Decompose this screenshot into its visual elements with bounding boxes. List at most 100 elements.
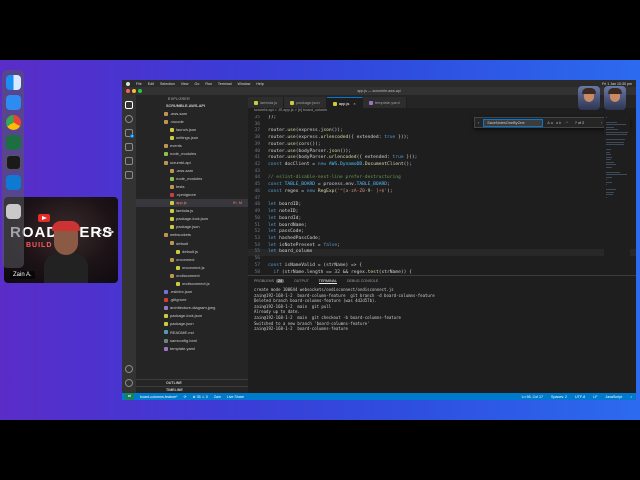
- tree-item[interactable]: tests: [136, 183, 248, 191]
- tab-problems[interactable]: PROBLEMS 24: [254, 279, 284, 283]
- menu-view[interactable]: View: [181, 82, 189, 86]
- menu-help[interactable]: Help: [256, 82, 263, 86]
- editor-tab[interactable]: package.json: [284, 97, 327, 108]
- terminal-output[interactable]: create mode 100644 websockets/ondisconne…: [248, 286, 636, 333]
- code-line[interactable]: 56: [248, 256, 636, 263]
- code-line[interactable]: 57 const isNameValid = (strName) => {: [248, 263, 636, 270]
- tree-item[interactable]: onconnect: [136, 256, 248, 264]
- tab-output[interactable]: OUTPUT: [294, 279, 309, 283]
- tree-item[interactable]: .npmignore: [136, 191, 248, 199]
- tree-item[interactable]: .aws-sam: [136, 167, 248, 175]
- run-debug-icon[interactable]: [125, 143, 133, 151]
- tree-item[interactable]: architecture-diagram.jpeg: [136, 304, 248, 312]
- tree-item[interactable]: .vscode: [136, 118, 248, 126]
- language-mode[interactable]: JavaScript: [605, 395, 622, 399]
- tree-item[interactable]: package.json: [136, 223, 248, 231]
- tab-terminal[interactable]: TERMINAL: [318, 279, 337, 284]
- account-icon[interactable]: [125, 365, 133, 373]
- code-line[interactable]: 39 router.use(cors());: [248, 142, 636, 149]
- editor-tab[interactable]: app.js ×: [326, 97, 363, 108]
- remote-explorer-icon[interactable]: [125, 171, 133, 179]
- menu-run[interactable]: Run: [205, 82, 212, 86]
- tree-item[interactable]: node_modules: [136, 150, 248, 158]
- tree-item[interactable]: samconfig.toml: [136, 337, 248, 345]
- file-icon: [170, 176, 174, 181]
- tree-item[interactable]: ondisconnect: [136, 272, 248, 280]
- code-line[interactable]: 48 let boardID;: [248, 202, 636, 209]
- remote-indicator[interactable]: ⇄: [125, 393, 135, 400]
- explorer-icon[interactable]: [125, 101, 133, 109]
- menu-edit[interactable]: Edit: [148, 82, 154, 86]
- code-line[interactable]: 55 let board_column: [248, 249, 636, 257]
- code-line[interactable]: 50 let boardId;: [248, 216, 636, 223]
- tree-item[interactable]: lambda.js: [136, 207, 248, 215]
- encoding[interactable]: UTF-8: [575, 395, 585, 399]
- code-line[interactable]: 53 let hashedPassCode;: [248, 236, 636, 243]
- source-control-icon[interactable]: 8: [125, 129, 134, 138]
- apple-icon[interactable]: [126, 81, 130, 86]
- code-line[interactable]: 35});: [248, 115, 636, 122]
- tree-item[interactable]: node_modules: [136, 175, 248, 183]
- close-tab-icon[interactable]: ×: [353, 101, 355, 106]
- editor-tab[interactable]: template.yaml: [362, 97, 407, 108]
- trash-icon[interactable]: [5, 204, 21, 219]
- tab-debug-console[interactable]: DEBUG CONSOLE: [347, 279, 378, 283]
- menu-window[interactable]: Window: [238, 82, 251, 86]
- tree-item[interactable]: events: [136, 142, 248, 150]
- tree-item[interactable]: app.js 9+, M: [136, 199, 248, 208]
- end-of-line[interactable]: LF: [593, 395, 597, 399]
- menu-file[interactable]: File: [136, 82, 142, 86]
- tree-item[interactable]: settings.json: [136, 134, 248, 142]
- code-line[interactable]: 42 const docClient = new AWS.DynamoDB.Doc…: [248, 162, 636, 169]
- vscode-icon[interactable]: [5, 175, 21, 190]
- outline-section[interactable]: OUTLINE: [136, 379, 248, 386]
- finder-icon[interactable]: [5, 75, 21, 90]
- tree-item[interactable]: template.yaml: [136, 345, 248, 353]
- bell-icon[interactable]: ♪: [630, 395, 632, 399]
- minimap[interactable]: [604, 115, 630, 275]
- problems-status[interactable]: ⊗ 35 ⚠ 0: [193, 395, 208, 399]
- code-line[interactable]: 46 const regex = new RegExp('^[a-zA-Z0-9-…: [248, 189, 636, 196]
- tree-item[interactable]: package-lock.json: [136, 312, 248, 320]
- code-line[interactable]: 47: [248, 196, 636, 203]
- tree-item[interactable]: .gitignore: [136, 296, 248, 304]
- settings-gear-icon[interactable]: [125, 379, 133, 387]
- code-line[interactable]: 49 let noteID;: [248, 209, 636, 216]
- tree-item[interactable]: README.md: [136, 329, 248, 337]
- tree-item[interactable]: websockets: [136, 231, 248, 239]
- code-line[interactable]: 51 let boardName;: [248, 223, 636, 230]
- tree-item[interactable]: package-lock.json: [136, 215, 248, 223]
- menu-selection[interactable]: Selection: [160, 82, 175, 86]
- extensions-icon[interactable]: [125, 157, 133, 165]
- tree-item[interactable]: ondisconnect.js: [136, 280, 248, 288]
- tree-item[interactable]: package.json: [136, 320, 248, 328]
- user-status[interactable]: Zain: [214, 395, 221, 399]
- menu-terminal[interactable]: Terminal: [218, 82, 232, 86]
- timeline-section[interactable]: TIMELINE: [136, 386, 248, 393]
- editor-tab[interactable]: lambda.js: [248, 97, 285, 108]
- indentation[interactable]: Spaces: 2: [551, 395, 567, 399]
- search-icon[interactable]: [125, 115, 133, 123]
- terminal-icon[interactable]: [5, 155, 21, 170]
- chrome-icon[interactable]: [5, 115, 21, 130]
- code-line[interactable]: 45 const TABLE_BOARD = process.env.TABLE_…: [248, 182, 636, 189]
- tree-item[interactable]: onconnect.js: [136, 264, 248, 272]
- excel-icon[interactable]: [5, 135, 21, 150]
- code-line[interactable]: 52 let passCode;: [248, 229, 636, 236]
- git-branch[interactable]: board-columns-feature*: [140, 395, 178, 399]
- tree-item[interactable]: default.js: [136, 248, 248, 256]
- project-folder[interactable]: SCRUMBLE-AWS-API: [136, 103, 248, 110]
- tree-item[interactable]: .eslintrc.json: [136, 288, 248, 296]
- code-line[interactable]: 38 router.use(express.urlencoded({ extend…: [248, 135, 636, 142]
- live-share-button[interactable]: Live Share: [227, 395, 244, 399]
- cursor-position[interactable]: Ln 55, Col 17: [522, 395, 543, 399]
- menu-go[interactable]: Go: [195, 82, 200, 86]
- tree-item[interactable]: default: [136, 240, 248, 248]
- status-bar: ⇄ board-columns-feature* ⟳ ⊗ 35 ⚠ 0 Zain…: [122, 393, 636, 400]
- sync-icon[interactable]: ⟳: [184, 395, 187, 399]
- code-editor[interactable]: 35}); 36 37 router.use(express.json()); 38 ro…: [248, 115, 636, 275]
- mail-icon[interactable]: [5, 95, 21, 110]
- tree-item[interactable]: launch.json: [136, 126, 248, 134]
- tree-item[interactable]: .aws-sam: [136, 110, 248, 118]
- tree-item[interactable]: scrumbl-api: [136, 159, 248, 167]
